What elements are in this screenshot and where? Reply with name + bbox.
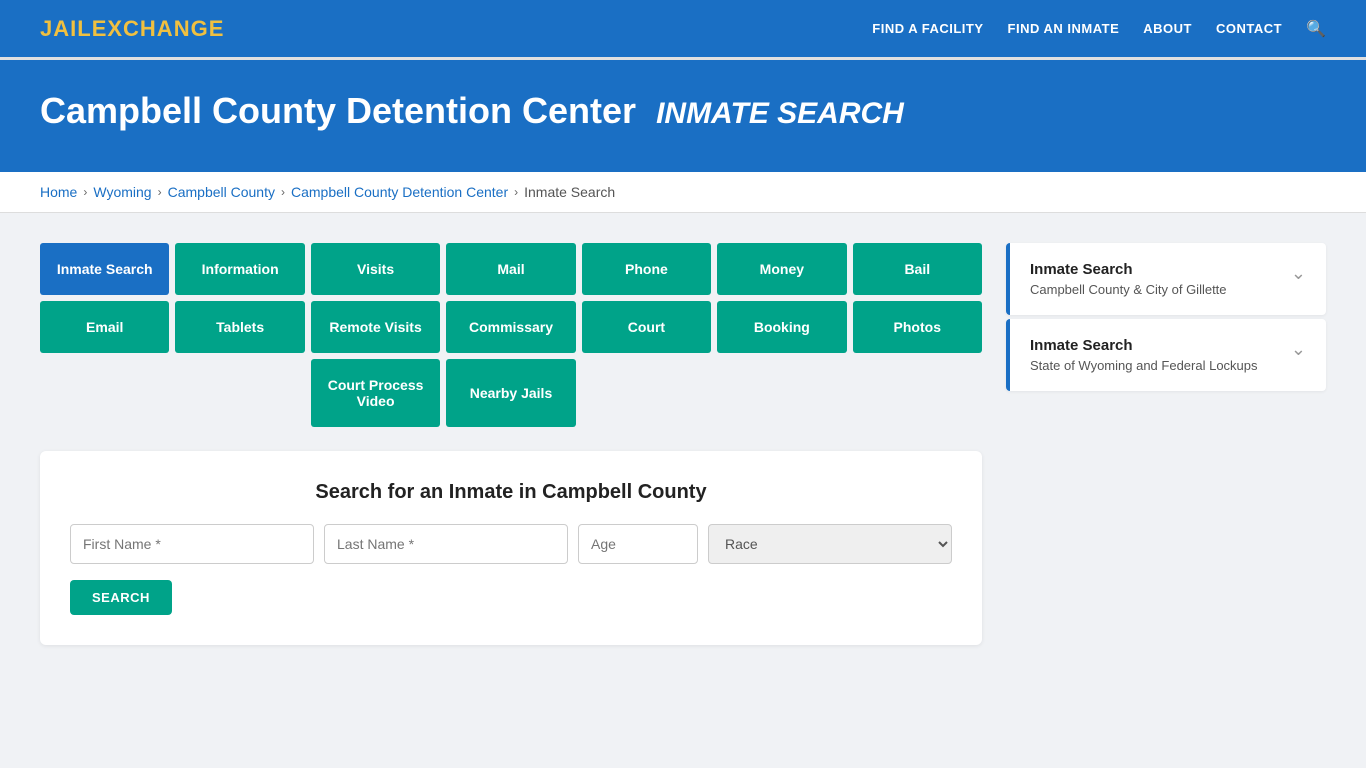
breadcrumb-wyoming[interactable]: Wyoming bbox=[93, 184, 151, 200]
sidebar-item-text-2: Inmate Search State of Wyoming and Feder… bbox=[1030, 337, 1258, 373]
search-button[interactable]: SEARCH bbox=[70, 580, 172, 615]
tab-mail[interactable]: Mail bbox=[446, 243, 575, 295]
sidebar-item-subtitle-2: State of Wyoming and Federal Lockups bbox=[1030, 358, 1258, 373]
tab-photos[interactable]: Photos bbox=[853, 301, 982, 353]
site-header: JAILEXCHANGE FIND A FACILITY FIND AN INM… bbox=[0, 0, 1366, 60]
tab-empty-1 bbox=[40, 359, 169, 427]
tab-information[interactable]: Information bbox=[175, 243, 304, 295]
hero-title-main: Campbell County Detention Center bbox=[40, 90, 636, 131]
sidebar-item-campbell-county[interactable]: Inmate Search Campbell County & City of … bbox=[1006, 243, 1326, 315]
breadcrumb-sep-4: › bbox=[514, 185, 518, 199]
tab-booking[interactable]: Booking bbox=[717, 301, 846, 353]
nav-find-inmate[interactable]: FIND AN INMATE bbox=[1008, 21, 1120, 36]
tab-commissary[interactable]: Commissary bbox=[446, 301, 575, 353]
sidebar-item-text-1: Inmate Search Campbell County & City of … bbox=[1030, 261, 1227, 297]
first-name-input[interactable] bbox=[70, 524, 314, 564]
logo-jail: JAIL bbox=[40, 16, 92, 41]
main-nav: FIND A FACILITY FIND AN INMATE ABOUT CON… bbox=[872, 19, 1326, 39]
tab-row-1: Inmate Search Information Visits Mail Ph… bbox=[40, 243, 982, 295]
tab-bail[interactable]: Bail bbox=[853, 243, 982, 295]
tab-tablets[interactable]: Tablets bbox=[175, 301, 304, 353]
hero-title-em: INMATE SEARCH bbox=[656, 97, 904, 130]
tab-court-process-video[interactable]: Court Process Video bbox=[311, 359, 440, 427]
chevron-down-icon-2: ⌄ bbox=[1291, 339, 1306, 360]
tab-visits[interactable]: Visits bbox=[311, 243, 440, 295]
search-form-container: Search for an Inmate in Campbell County … bbox=[40, 451, 982, 645]
form-row-inputs: Race White Black Hispanic Asian Native A… bbox=[70, 524, 952, 564]
tab-empty-4 bbox=[717, 359, 846, 427]
breadcrumb-campbell-county[interactable]: Campbell County bbox=[168, 184, 275, 200]
nav-contact[interactable]: CONTACT bbox=[1216, 21, 1282, 36]
tab-phone[interactable]: Phone bbox=[582, 243, 711, 295]
main-wrapper: Inmate Search Information Visits Mail Ph… bbox=[0, 213, 1366, 675]
race-select[interactable]: Race White Black Hispanic Asian Native A… bbox=[708, 524, 952, 564]
tab-email[interactable]: Email bbox=[40, 301, 169, 353]
tab-empty-5 bbox=[853, 359, 982, 427]
sidebar-item-wyoming-federal[interactable]: Inmate Search State of Wyoming and Feder… bbox=[1006, 319, 1326, 391]
chevron-down-icon-1: ⌄ bbox=[1291, 263, 1306, 284]
tab-row-3: Court Process Video Nearby Jails bbox=[40, 359, 982, 427]
tab-court[interactable]: Court bbox=[582, 301, 711, 353]
search-form-title: Search for an Inmate in Campbell County bbox=[70, 481, 952, 504]
tab-empty-3 bbox=[582, 359, 711, 427]
sidebar-item-title-1: Inmate Search bbox=[1030, 261, 1227, 278]
hero-banner: Campbell County Detention Center INMATE … bbox=[0, 60, 1366, 172]
breadcrumb-home[interactable]: Home bbox=[40, 184, 77, 200]
logo-exchange-highlight: EXCHANGE bbox=[92, 16, 225, 41]
site-logo[interactable]: JAILEXCHANGE bbox=[40, 16, 224, 42]
sidebar-item-title-2: Inmate Search bbox=[1030, 337, 1258, 354]
sidebar: Inmate Search Campbell County & City of … bbox=[1006, 243, 1326, 395]
breadcrumb-sep-3: › bbox=[281, 185, 285, 199]
breadcrumb-sep-2: › bbox=[158, 185, 162, 199]
page-title: Campbell County Detention Center INMATE … bbox=[40, 90, 1326, 132]
tab-row-2: Email Tablets Remote Visits Commissary C… bbox=[40, 301, 982, 353]
tab-empty-2 bbox=[175, 359, 304, 427]
breadcrumb-sep-1: › bbox=[83, 185, 87, 199]
breadcrumb-detention-center[interactable]: Campbell County Detention Center bbox=[291, 184, 508, 200]
nav-find-facility[interactable]: FIND A FACILITY bbox=[872, 21, 983, 36]
tab-remote-visits[interactable]: Remote Visits bbox=[311, 301, 440, 353]
last-name-input[interactable] bbox=[324, 524, 568, 564]
nav-about[interactable]: ABOUT bbox=[1143, 21, 1192, 36]
sidebar-item-subtitle-1: Campbell County & City of Gillette bbox=[1030, 282, 1227, 297]
breadcrumb: Home › Wyoming › Campbell County › Campb… bbox=[40, 184, 1326, 200]
content-left: Inmate Search Information Visits Mail Ph… bbox=[40, 243, 982, 645]
tab-inmate-search[interactable]: Inmate Search bbox=[40, 243, 169, 295]
tab-money[interactable]: Money bbox=[717, 243, 846, 295]
breadcrumb-current: Inmate Search bbox=[524, 184, 615, 200]
search-icon[interactable]: 🔍 bbox=[1306, 19, 1326, 39]
age-input[interactable] bbox=[578, 524, 698, 564]
tab-nearby-jails[interactable]: Nearby Jails bbox=[446, 359, 575, 427]
breadcrumb-bar: Home › Wyoming › Campbell County › Campb… bbox=[0, 172, 1366, 213]
